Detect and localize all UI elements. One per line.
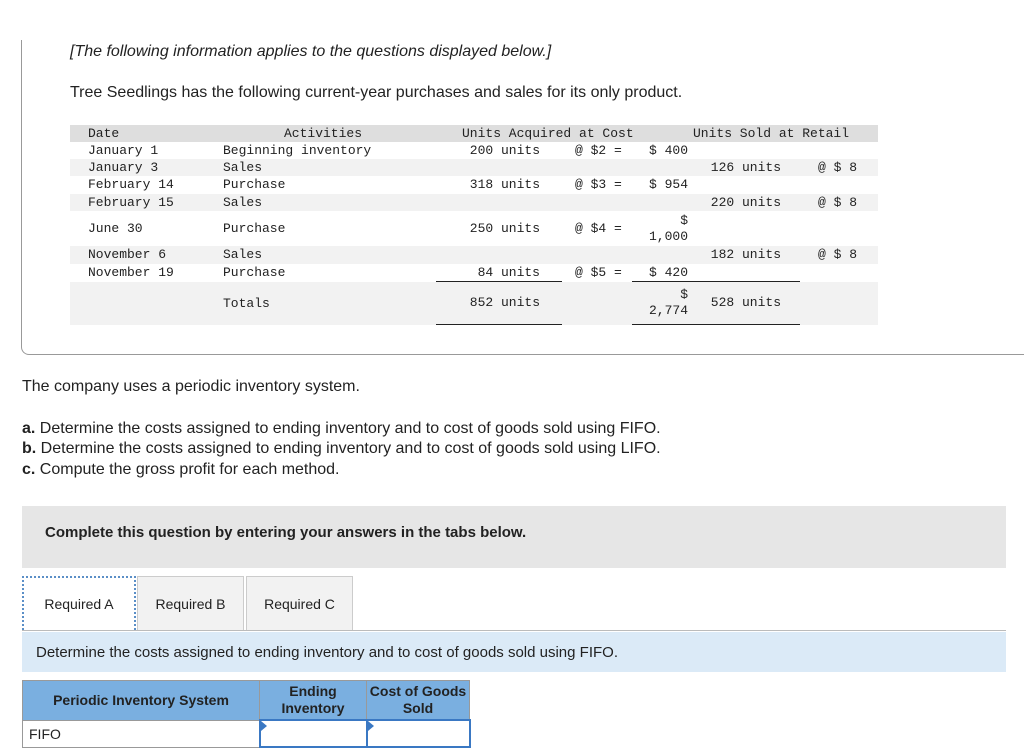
- table-header: Date Activities Units Acquired at Cost Unit…: [70, 125, 878, 142]
- cost-cell: $ 400: [648, 143, 688, 158]
- fifo-ending-inventory-input[interactable]: [260, 721, 366, 746]
- rate-cell: @ $2 =: [575, 143, 622, 158]
- header-system: Periodic Inventory System: [22, 680, 260, 721]
- question-c-text: Compute the gross profit for each method…: [35, 461, 340, 478]
- table-row: January 1 Beginning inventory 200 units @ $…: [70, 142, 878, 159]
- date-cell: January 3: [88, 160, 159, 175]
- cost-cell: $ 954: [648, 177, 688, 192]
- cost-symbol: $: [680, 213, 688, 228]
- date-cell: February 14: [88, 177, 174, 192]
- question-b-label: b.: [22, 440, 37, 457]
- sold-cell: 126 units: [710, 160, 781, 175]
- header-cogs: Cost of Goods Sold: [366, 680, 470, 721]
- rate-cell: @ $4 =: [575, 221, 622, 236]
- sold-rate-cell: @ $ 8: [818, 160, 858, 175]
- ending-inventory-cell: [258, 719, 368, 748]
- tab-label: Required B: [155, 595, 226, 612]
- flag-icon: [367, 721, 374, 731]
- question-b-text: Determine the costs assigned to ending i…: [36, 440, 661, 457]
- flag-icon: [260, 721, 267, 731]
- table-row: February 14 Purchase 318 units @ $3 = $ 954: [70, 176, 878, 194]
- units-cell: 318 units: [469, 177, 540, 192]
- activity-cell: Sales: [223, 195, 263, 210]
- units-cell: 250 units: [469, 221, 540, 236]
- tab-required-a[interactable]: Required A: [22, 576, 136, 630]
- tab-required-b[interactable]: Required B: [137, 576, 244, 630]
- date-cell: February 15: [88, 195, 174, 210]
- tab-label: Required C: [264, 595, 335, 612]
- total-underline: [436, 281, 562, 282]
- question-c-label: c.: [22, 461, 36, 478]
- totals-sold: 528 units: [710, 295, 781, 310]
- instruction-band: Determine the costs assigned to ending i…: [22, 632, 1006, 672]
- activity-cell: Sales: [223, 160, 263, 175]
- tab-label: Required A: [44, 596, 114, 612]
- activity-cell: Purchase: [223, 177, 286, 192]
- inventory-table: Date Activities Units Acquired at Cost Unit…: [70, 125, 878, 325]
- question-a: a. Determine the costs assigned to endin…: [22, 420, 661, 438]
- total-underline: [632, 324, 800, 325]
- tab-required-c[interactable]: Required C: [246, 576, 353, 630]
- cost-cell: $ 420: [648, 265, 688, 280]
- activity-cell: Sales: [223, 247, 263, 262]
- table-row: February 15 Sales 220 units @ $ 8: [70, 194, 878, 211]
- table-row: November 6 Sales 182 units @ $ 8: [70, 246, 878, 264]
- header-activities: Activities: [284, 126, 363, 141]
- totals-units: 852 units: [469, 295, 540, 310]
- table-row: January 3 Sales 126 units @ $ 8: [70, 159, 878, 176]
- question-c: c. Compute the gross profit for each met…: [22, 461, 340, 479]
- date-cell: January 1: [88, 143, 159, 158]
- units-cell: 84 units: [477, 265, 540, 280]
- total-underline: [436, 324, 562, 325]
- header-acquired: Units Acquired at Cost: [462, 126, 634, 141]
- date-cell: June 30: [88, 221, 143, 236]
- header-ending-inventory: Ending Inventory: [259, 680, 367, 721]
- fifo-cogs-input[interactable]: [367, 721, 469, 746]
- rate-cell: @ $5 =: [575, 265, 622, 280]
- complete-banner-text: Complete this question by entering your …: [45, 524, 527, 541]
- totals-label: Totals: [223, 296, 270, 311]
- table-row: November 19 Purchase 84 units @ $5 = $ 420: [70, 264, 878, 282]
- totals-row: Totals 852 units $2,774 528 units: [70, 282, 878, 325]
- sold-rate-cell: @ $ 8: [818, 195, 858, 210]
- question-a-label: a.: [22, 420, 36, 437]
- units-cell: 200 units: [469, 143, 540, 158]
- total-underline: [632, 281, 800, 282]
- date-cell: November 19: [88, 265, 174, 280]
- description: Tree Seedlings has the following current…: [70, 84, 683, 101]
- question-b: b. Determine the costs assigned to endin…: [22, 440, 661, 458]
- cost-cell: 1,000: [648, 229, 688, 244]
- activity-cell: Purchase: [223, 265, 286, 280]
- header-sold: Units Sold at Retail: [693, 126, 850, 141]
- cogs-cell: [365, 719, 471, 748]
- table-row: June 30 Purchase 250 units @ $4 = $1,000: [70, 211, 878, 246]
- sold-cell: 220 units: [710, 195, 781, 210]
- answer-table: Periodic Inventory System Ending Invento…: [22, 680, 471, 748]
- complete-banner: Complete this question by entering your …: [22, 506, 1006, 568]
- tab-divider: [22, 630, 1006, 631]
- sold-cell: 182 units: [710, 247, 781, 262]
- row-label-fifo: FIFO: [22, 719, 260, 748]
- bracket-note: [The following information applies to th…: [70, 43, 552, 60]
- rate-cell: @ $3 =: [575, 177, 622, 192]
- activity-cell: Purchase: [223, 221, 286, 236]
- sold-rate-cell: @ $ 8: [818, 247, 858, 262]
- question-a-text: Determine the costs assigned to ending i…: [35, 420, 661, 437]
- header-date: Date: [88, 126, 120, 141]
- date-cell: November 6: [88, 247, 167, 262]
- activity-cell: Beginning inventory: [223, 143, 372, 158]
- instruction-text: Determine the costs assigned to ending i…: [36, 644, 618, 661]
- system-note: The company uses a periodic inventory sy…: [22, 378, 360, 395]
